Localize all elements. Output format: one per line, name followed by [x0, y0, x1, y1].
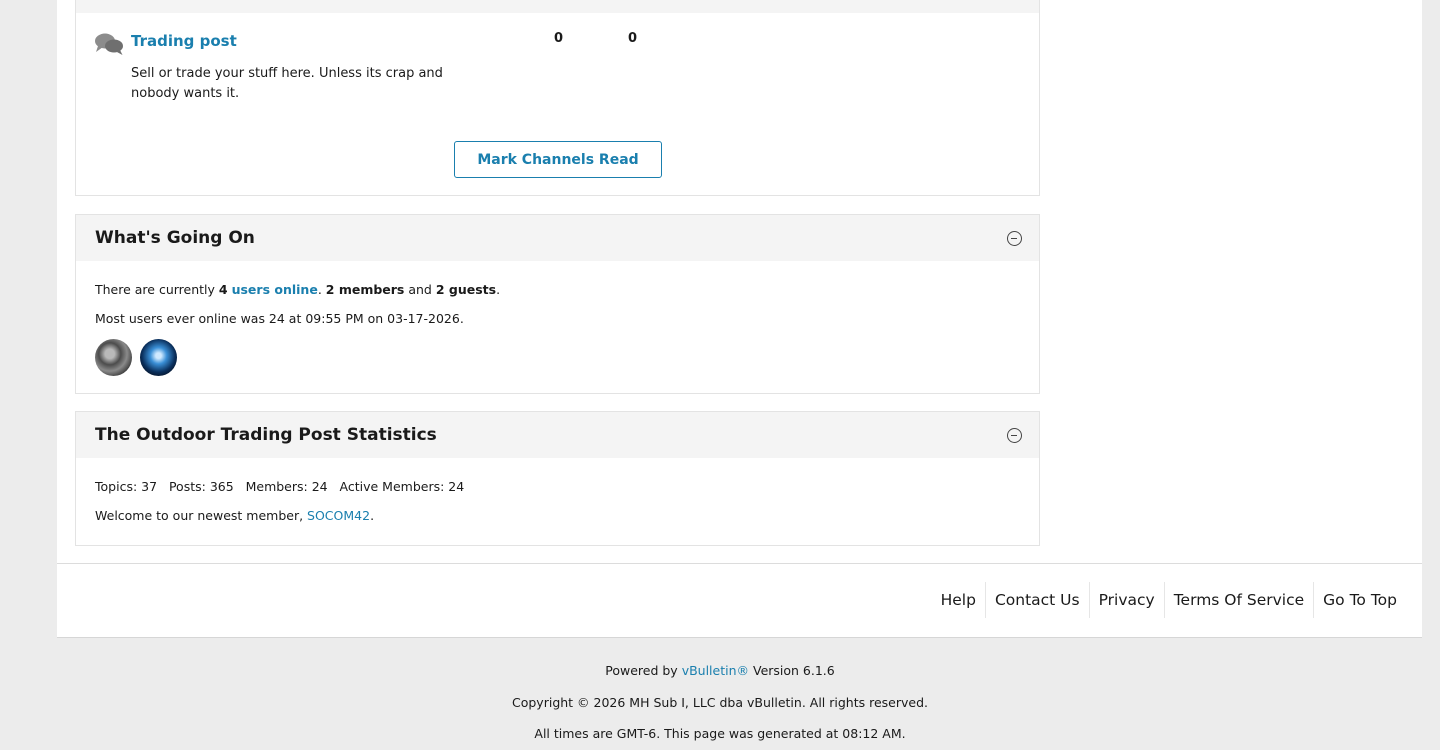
forum-topics-count: 0: [554, 31, 564, 46]
users-online-link[interactable]: users online: [232, 282, 318, 297]
guests-count: 2 guests: [435, 282, 497, 297]
whats-going-on-widget: What's Going On There are currently 4 us…: [75, 214, 1040, 394]
footer-link-go-to-top[interactable]: Go To Top: [1313, 582, 1406, 618]
avatar[interactable]: [140, 339, 177, 376]
footer-link-privacy[interactable]: Privacy: [1088, 582, 1164, 618]
max-online-line: Most users ever online was 24 at 09:55 P…: [95, 311, 464, 326]
period-text: .: [496, 282, 501, 297]
footer-link-terms[interactable]: Terms Of Service: [1163, 582, 1313, 618]
footer-link-help[interactable]: Help: [932, 582, 985, 618]
online-count: 4: [218, 282, 228, 297]
widget-title: The Outdoor Trading Post Statistics: [95, 425, 437, 445]
footer-divider: [57, 563, 1422, 564]
footer-link-contact-us[interactable]: Contact Us: [984, 582, 1089, 618]
statistics-widget: The Outdoor Trading Post Statistics Topi…: [75, 411, 1040, 546]
newest-member-line: Welcome to our newest member, SOCOM42.: [95, 508, 374, 523]
collapse-icon[interactable]: [1007, 428, 1022, 443]
members-count: 2 members: [325, 282, 405, 297]
collapse-icon[interactable]: [1007, 231, 1022, 246]
powered-text: Powered by: [605, 663, 682, 678]
chat-bubbles-icon: [95, 33, 123, 55]
widget-header: The Outdoor Trading Post Statistics: [76, 412, 1039, 458]
online-text: There are currently: [95, 282, 219, 297]
widget-header: What's Going On: [76, 215, 1039, 261]
vbulletin-link[interactable]: vBulletin®: [682, 663, 749, 678]
copyright: Copyright © 2026 MH Sub I, LLC dba vBull…: [512, 695, 928, 710]
forum-posts-count: 0: [628, 31, 638, 46]
newest-member-link[interactable]: SOCOM42: [307, 508, 370, 523]
avatar[interactable]: [95, 339, 132, 376]
footer-border: [57, 637, 1422, 638]
timezone-note: All times are GMT-6. This page was gener…: [534, 726, 906, 741]
forum-title-link[interactable]: Trading post: [131, 32, 237, 50]
forum-list: Trading post Sell or trade your stuff he…: [75, 0, 1040, 196]
and-text: and: [404, 282, 436, 297]
online-users-line: There are currently 4 users online. 2 me…: [95, 282, 500, 297]
widget-title: What's Going On: [95, 228, 255, 248]
version-text: Version 6.1.6: [749, 663, 835, 678]
forum-list-header-strip: [76, 0, 1039, 13]
separator-text: .: [317, 282, 326, 297]
powered-by: Powered by vBulletin® Version 6.1.6: [0, 663, 1440, 678]
stats-line: Topics: 37 Posts: 365 Members: 24 Active…: [95, 479, 465, 494]
forum-description: Sell or trade your stuff here. Unless it…: [131, 66, 443, 101]
mark-channels-read-button[interactable]: Mark Channels Read: [454, 141, 662, 178]
footer-nav: Help Contact Us Privacy Terms Of Service…: [932, 582, 1406, 618]
period-text: .: [370, 508, 375, 523]
welcome-text: Welcome to our newest member,: [95, 508, 308, 523]
